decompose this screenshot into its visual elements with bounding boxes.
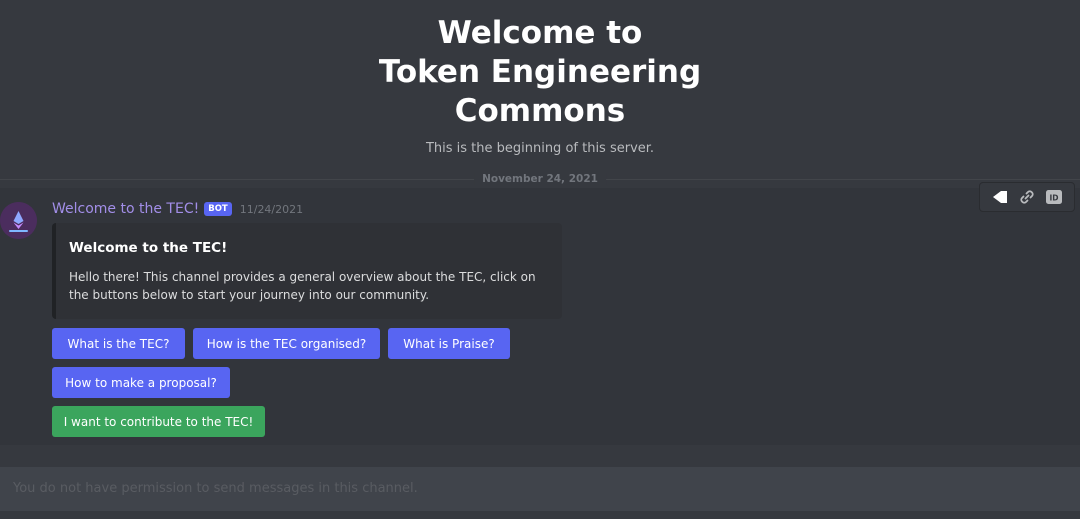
id-icon[interactable]: ID (1045, 188, 1063, 206)
embed-description: Hello there! This channel provides a gen… (69, 270, 536, 302)
reply-icon[interactable] (991, 188, 1009, 206)
welcome-title-line: Token Engineering (378, 54, 702, 90)
message-input-placeholder: You do not have permission to send messa… (13, 481, 418, 496)
date-divider: November 24, 2021 (0, 173, 1080, 185)
how-is-tec-organised-button[interactable]: How is the TEC organised? (193, 328, 380, 359)
embed-title: Welcome to the TEC! (69, 240, 228, 256)
author-name[interactable]: Welcome to the TEC! (52, 201, 199, 217)
message-header: Welcome to the TEC! BOT 11/24/2021 (52, 201, 303, 217)
welcome-subtitle: This is the beginning of this server. (425, 141, 655, 156)
message-input-bar: You do not have permission to send messa… (0, 467, 1080, 511)
welcome-title-line: Welcome to (437, 15, 643, 51)
timestamp[interactable]: 11/24/2021 (240, 203, 303, 216)
embed: Welcome to the TEC! Hello there! This ch… (52, 223, 562, 319)
bot-tag: BOT (204, 202, 232, 216)
how-to-make-proposal-button[interactable]: How to make a proposal? (52, 367, 230, 398)
message-toolbar: ID (979, 182, 1075, 212)
channel-welcome: Welcome to Token Engineering Commons Thi… (0, 14, 1080, 156)
contribute-button[interactable]: I want to contribute to the TEC! (52, 406, 265, 437)
welcome-title-line: Commons (454, 93, 626, 129)
message[interactable]: Welcome to the TEC! BOT 11/24/2021 Welco… (0, 188, 1080, 445)
id-icon-label: ID (1050, 194, 1059, 203)
avatar[interactable] (0, 202, 37, 239)
welcome-title: Welcome to Token Engineering Commons (330, 14, 750, 131)
tec-logo-icon (0, 202, 37, 239)
what-is-tec-button[interactable]: What is the TEC? (52, 328, 185, 359)
date-divider-label: November 24, 2021 (474, 173, 606, 185)
what-is-praise-button[interactable]: What is Praise? (388, 328, 510, 359)
link-icon[interactable] (1018, 188, 1036, 206)
discord-channel-view: Welcome to Token Engineering Commons Thi… (0, 0, 1080, 519)
